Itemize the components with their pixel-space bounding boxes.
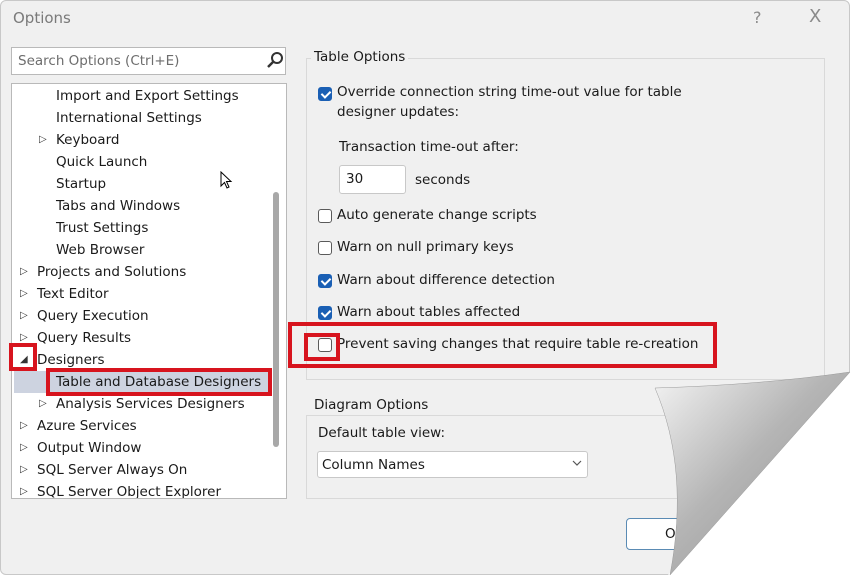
highlight-prevent-saving-checkbox — [304, 333, 340, 361]
highlight-table-designers — [46, 368, 272, 396]
highlight-prevent-saving-option — [288, 322, 717, 368]
page-curl-decoration — [654, 371, 851, 576]
highlight-designers-expander — [9, 343, 37, 371]
